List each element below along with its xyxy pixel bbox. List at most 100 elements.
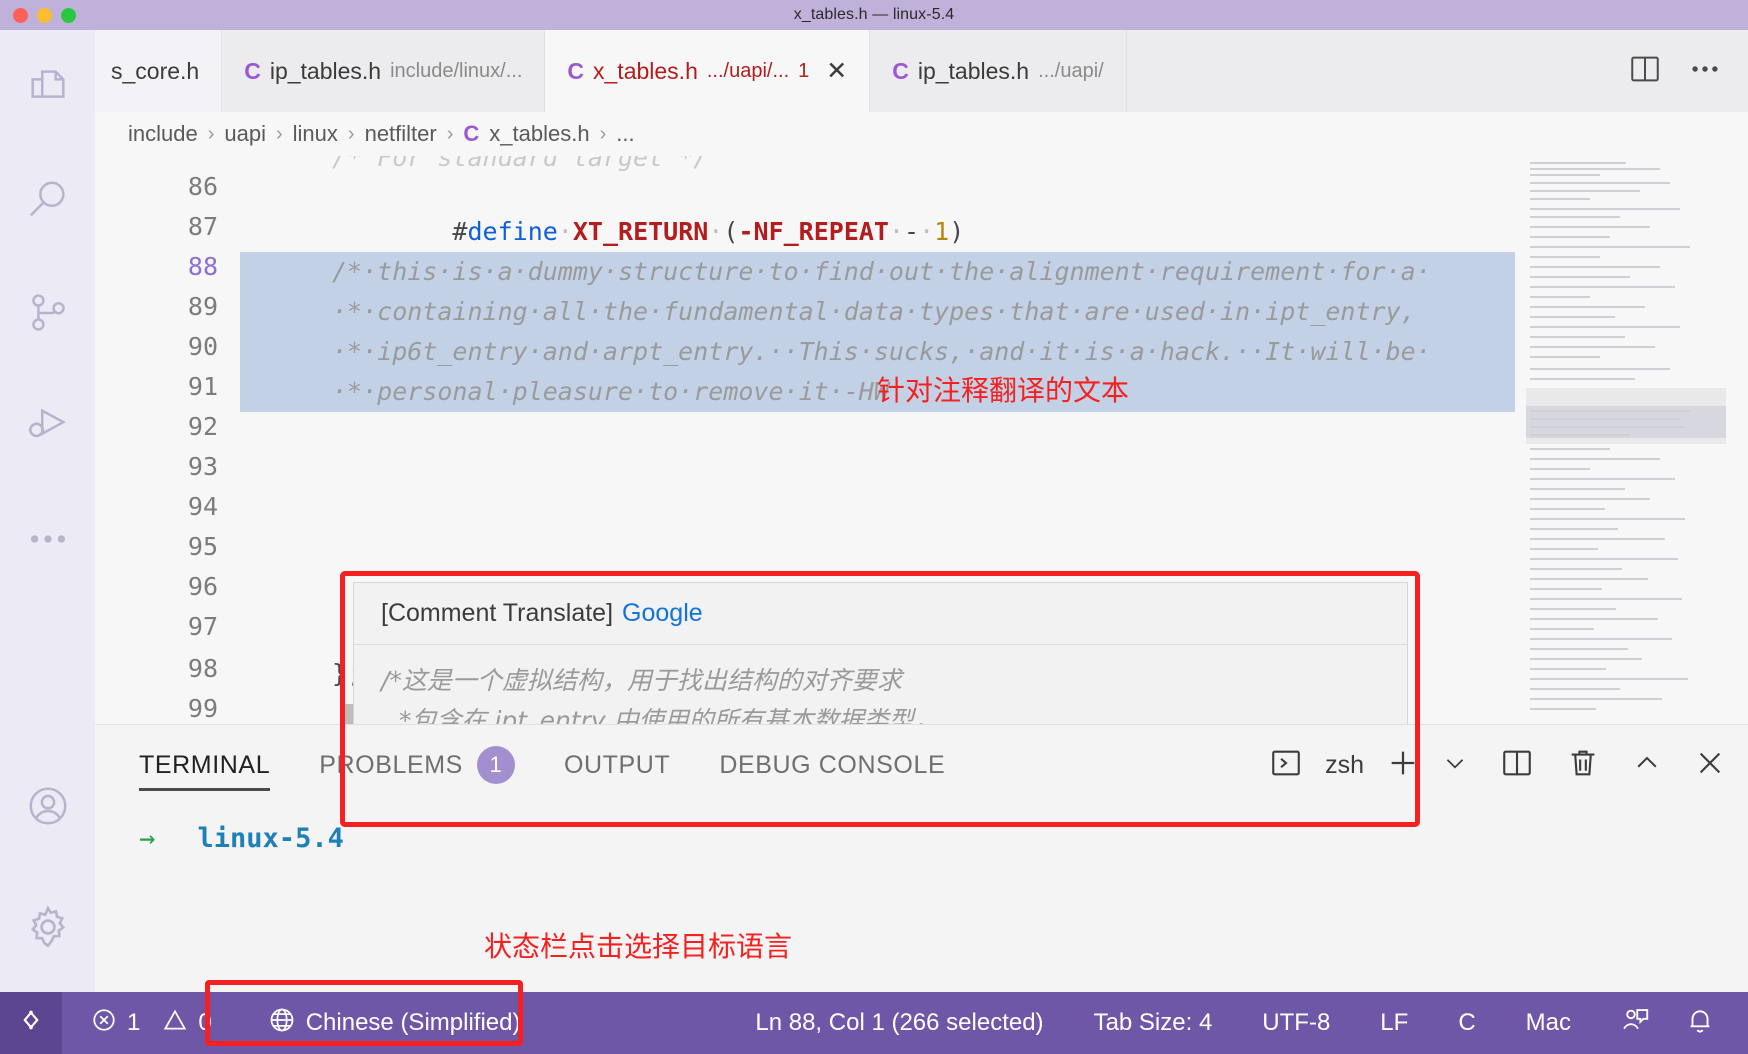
breadcrumb: include › uapi › linux › netfilter › C x… xyxy=(95,112,1748,156)
token-paren-open: ( xyxy=(723,217,739,246)
maximize-panel-icon[interactable] xyxy=(1632,748,1662,783)
editor-actions xyxy=(1602,30,1748,112)
status-cursor-position[interactable]: Ln 88, Col 1 (266 selected) xyxy=(738,992,1060,1054)
line-number: 93 xyxy=(187,452,218,481)
token-minus: - xyxy=(738,217,754,246)
c-file-icon: C xyxy=(892,57,909,84)
status-notifications[interactable] xyxy=(1668,992,1732,1054)
status-feedback[interactable] xyxy=(1604,992,1668,1054)
breadcrumb-item-symbol[interactable]: ... xyxy=(616,121,634,147)
token-dash: - xyxy=(904,217,920,246)
line-number: 97 xyxy=(187,612,218,641)
token-number: 1 xyxy=(934,217,950,246)
code-line-89: ·*·containing·all·the·fundamental·data·t… xyxy=(332,297,1416,326)
c-file-icon: C xyxy=(567,57,585,84)
status-tab-size[interactable]: Tab Size: 4 xyxy=(1077,992,1230,1054)
split-terminal-icon[interactable] xyxy=(1500,746,1534,785)
close-panel-icon[interactable] xyxy=(1694,747,1726,784)
editor-tab-label: s_core.h xyxy=(111,57,200,84)
editor-tab-label: ip_tables.h xyxy=(917,57,1030,84)
close-tab-icon[interactable]: ✕ xyxy=(826,56,847,86)
search-icon xyxy=(25,177,71,223)
status-platform[interactable]: Mac xyxy=(1509,992,1588,1054)
window-title: x_tables.h — linux-5.4 xyxy=(793,6,955,23)
editor-tab-0[interactable]: s_core.h xyxy=(95,30,223,112)
breadcrumb-separator: › xyxy=(347,122,355,145)
breadcrumb-item-uapi[interactable]: uapi xyxy=(224,121,266,147)
editor-tab-error-count: 1 xyxy=(798,59,810,82)
ellipsis-icon[interactable] xyxy=(1688,52,1722,91)
line-number: 98 xyxy=(187,654,218,683)
account-icon xyxy=(25,783,71,829)
line-number: 91 xyxy=(187,372,218,401)
status-eol[interactable]: LF xyxy=(1363,992,1425,1054)
status-encoding[interactable]: UTF-8 xyxy=(1245,992,1347,1054)
terminal-output[interactable]: → linux-5.4 xyxy=(95,805,1748,992)
line-number: 86 xyxy=(187,172,218,201)
c-file-icon: C xyxy=(244,57,261,84)
remote-window-icon xyxy=(16,1005,46,1042)
line-number: 92 xyxy=(187,412,218,441)
error-count: 1 xyxy=(127,1009,141,1036)
line-number: 96 xyxy=(187,572,218,601)
line-number: 94 xyxy=(187,492,218,521)
line-number-current: 88 xyxy=(187,252,218,281)
code-line-88: /*·this·is·a·dummy·structure·to·find·out… xyxy=(332,257,1431,286)
c-file-icon: C xyxy=(463,121,480,146)
token-space-dot: · xyxy=(708,217,724,246)
code-line-90: ·*·ip6t_entry·and·arpt_entry.··This·suck… xyxy=(332,337,1431,366)
bell-icon xyxy=(1685,1005,1715,1042)
activity-item-run-and-debug[interactable] xyxy=(0,369,95,482)
annotation-box-status-language xyxy=(205,980,523,1046)
breadcrumb-item-file[interactable]: x_tables.h xyxy=(489,121,589,147)
warning-icon xyxy=(162,1007,188,1040)
editor-tab-2-active[interactable]: C x_tables.h .../uapi/... 1 ✕ xyxy=(545,30,871,112)
annotation-comment-translate: 针对注释翻译的文本 xyxy=(877,374,1130,407)
minimap[interactable] xyxy=(1526,156,1726,724)
chevron-down-icon[interactable] xyxy=(1442,750,1468,781)
title-bar: x_tables.h — linux-5.4 xyxy=(0,0,1748,30)
annotation-status-bar: 状态栏点击选择目标语言 xyxy=(484,930,793,963)
line-number: 90 xyxy=(187,332,218,361)
minimap-edge xyxy=(1726,156,1748,724)
breadcrumb-item-include[interactable]: include xyxy=(128,121,198,147)
token-hash: # xyxy=(452,217,468,246)
line-number: 89 xyxy=(187,292,218,321)
files-icon xyxy=(25,64,71,110)
breadcrumb-separator: › xyxy=(446,122,454,145)
vscode-window: x_tables.h — linux-5.4 s_core.h C ip_tab… xyxy=(0,0,1748,1054)
gear-icon xyxy=(24,903,72,951)
activity-bar xyxy=(0,30,95,992)
activity-item-accounts[interactable] xyxy=(0,749,95,862)
remote-window-indicator[interactable] xyxy=(0,992,62,1054)
line-number: 95 xyxy=(187,532,218,561)
token-nf-repeat: NF_REPEAT xyxy=(753,217,889,246)
breadcrumb-item-linux[interactable]: linux xyxy=(293,121,338,147)
activity-item-manage[interactable] xyxy=(0,862,95,992)
panel-tab-terminal[interactable]: TERMINAL xyxy=(139,725,271,805)
editor-tab-path: .../uapi/... xyxy=(706,59,790,82)
editor-tab-3[interactable]: C ip_tables.h .../uapi/ xyxy=(870,30,1127,112)
status-language-mode[interactable]: C xyxy=(1441,992,1492,1054)
breadcrumb-separator: › xyxy=(275,122,283,145)
breadcrumb-separator: › xyxy=(599,122,607,145)
activity-item-more[interactable] xyxy=(0,482,95,595)
token-define: define xyxy=(467,217,558,246)
activity-item-search[interactable] xyxy=(0,143,95,256)
breadcrumb-separator: › xyxy=(207,122,215,145)
feedback-icon xyxy=(1621,1005,1651,1042)
editor-tab-bar: s_core.h C ip_tables.h include/linux/...… xyxy=(95,30,1748,112)
activity-item-explorer[interactable] xyxy=(0,30,95,143)
ellipsis-icon xyxy=(25,516,71,562)
kill-terminal-icon[interactable] xyxy=(1566,746,1600,785)
annotation-box-translate-popup xyxy=(340,571,1420,827)
activity-item-source-control[interactable] xyxy=(0,256,95,369)
split-editor-icon[interactable] xyxy=(1628,52,1662,91)
breadcrumb-item-netfilter[interactable]: netfilter xyxy=(365,121,437,147)
token-space-dot: · xyxy=(919,217,935,246)
terminal-prompt-arrow: → xyxy=(139,823,156,854)
editor-tab-1[interactable]: C ip_tables.h include/linux/... xyxy=(222,30,546,112)
run-debug-icon xyxy=(25,403,71,449)
line-number: 87 xyxy=(187,212,218,241)
editor-tab-label: ip_tables.h xyxy=(269,57,382,84)
